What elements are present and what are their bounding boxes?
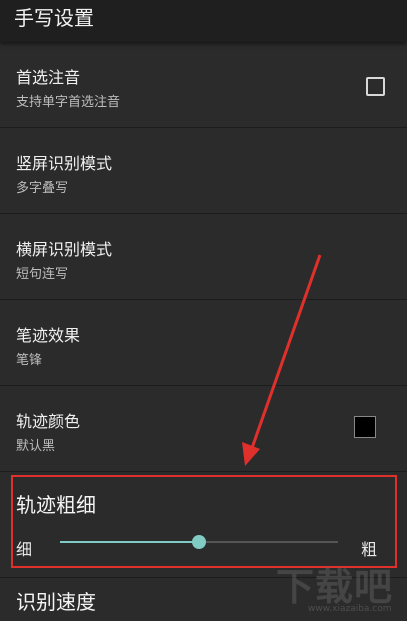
recognition-speed-title: 识别速度	[16, 590, 96, 614]
watermark-url: www.xiazaiba.com	[308, 604, 392, 614]
watermark-text: 下载吧	[276, 565, 394, 609]
watermark-logo: 下载吧 www.xiazaiba.com	[276, 556, 400, 616]
annotation-arrow	[242, 254, 322, 466]
